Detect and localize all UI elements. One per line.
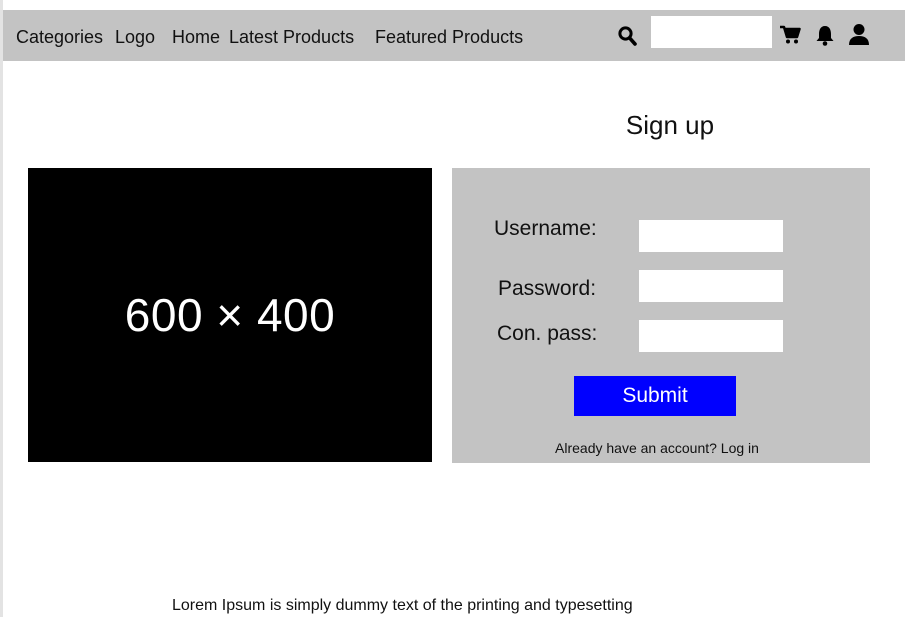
- signup-form-panel: Username: Password: Con. pass: Submit Al…: [452, 168, 870, 463]
- password-field[interactable]: [639, 270, 783, 302]
- search-icon[interactable]: [618, 26, 637, 46]
- password-label: Password:: [498, 277, 597, 300]
- nav-home[interactable]: Home: [172, 26, 220, 48]
- confirm-password-label: Con. pass:: [497, 322, 598, 345]
- confirm-password-field[interactable]: [639, 320, 783, 352]
- left-edge-bar: [0, 0, 3, 617]
- login-link[interactable]: Already have an account? Log in: [452, 440, 862, 456]
- username-label: Username:: [494, 217, 597, 240]
- footer-lorem-text: Lorem Ipsum is simply dummy text of the …: [172, 597, 633, 614]
- bell-icon[interactable]: [815, 24, 835, 46]
- signup-title: Sign up: [625, 110, 715, 140]
- top-navbar: Categories Logo Home Latest Products Fea…: [3, 10, 905, 61]
- nav-categories[interactable]: Categories: [16, 26, 103, 48]
- cart-icon[interactable]: [779, 25, 801, 45]
- search-input[interactable]: [651, 16, 772, 48]
- user-icon[interactable]: [848, 23, 870, 46]
- nav-logo[interactable]: Logo: [115, 26, 155, 48]
- nav-latest-products[interactable]: Latest Products: [229, 26, 354, 48]
- username-field[interactable]: [639, 220, 783, 252]
- placeholder-dimensions-text: 600 × 400: [124, 289, 336, 341]
- placeholder-image: 600 × 400: [28, 168, 432, 462]
- submit-button[interactable]: Submit: [574, 376, 736, 416]
- nav-featured-products[interactable]: Featured Products: [375, 26, 523, 48]
